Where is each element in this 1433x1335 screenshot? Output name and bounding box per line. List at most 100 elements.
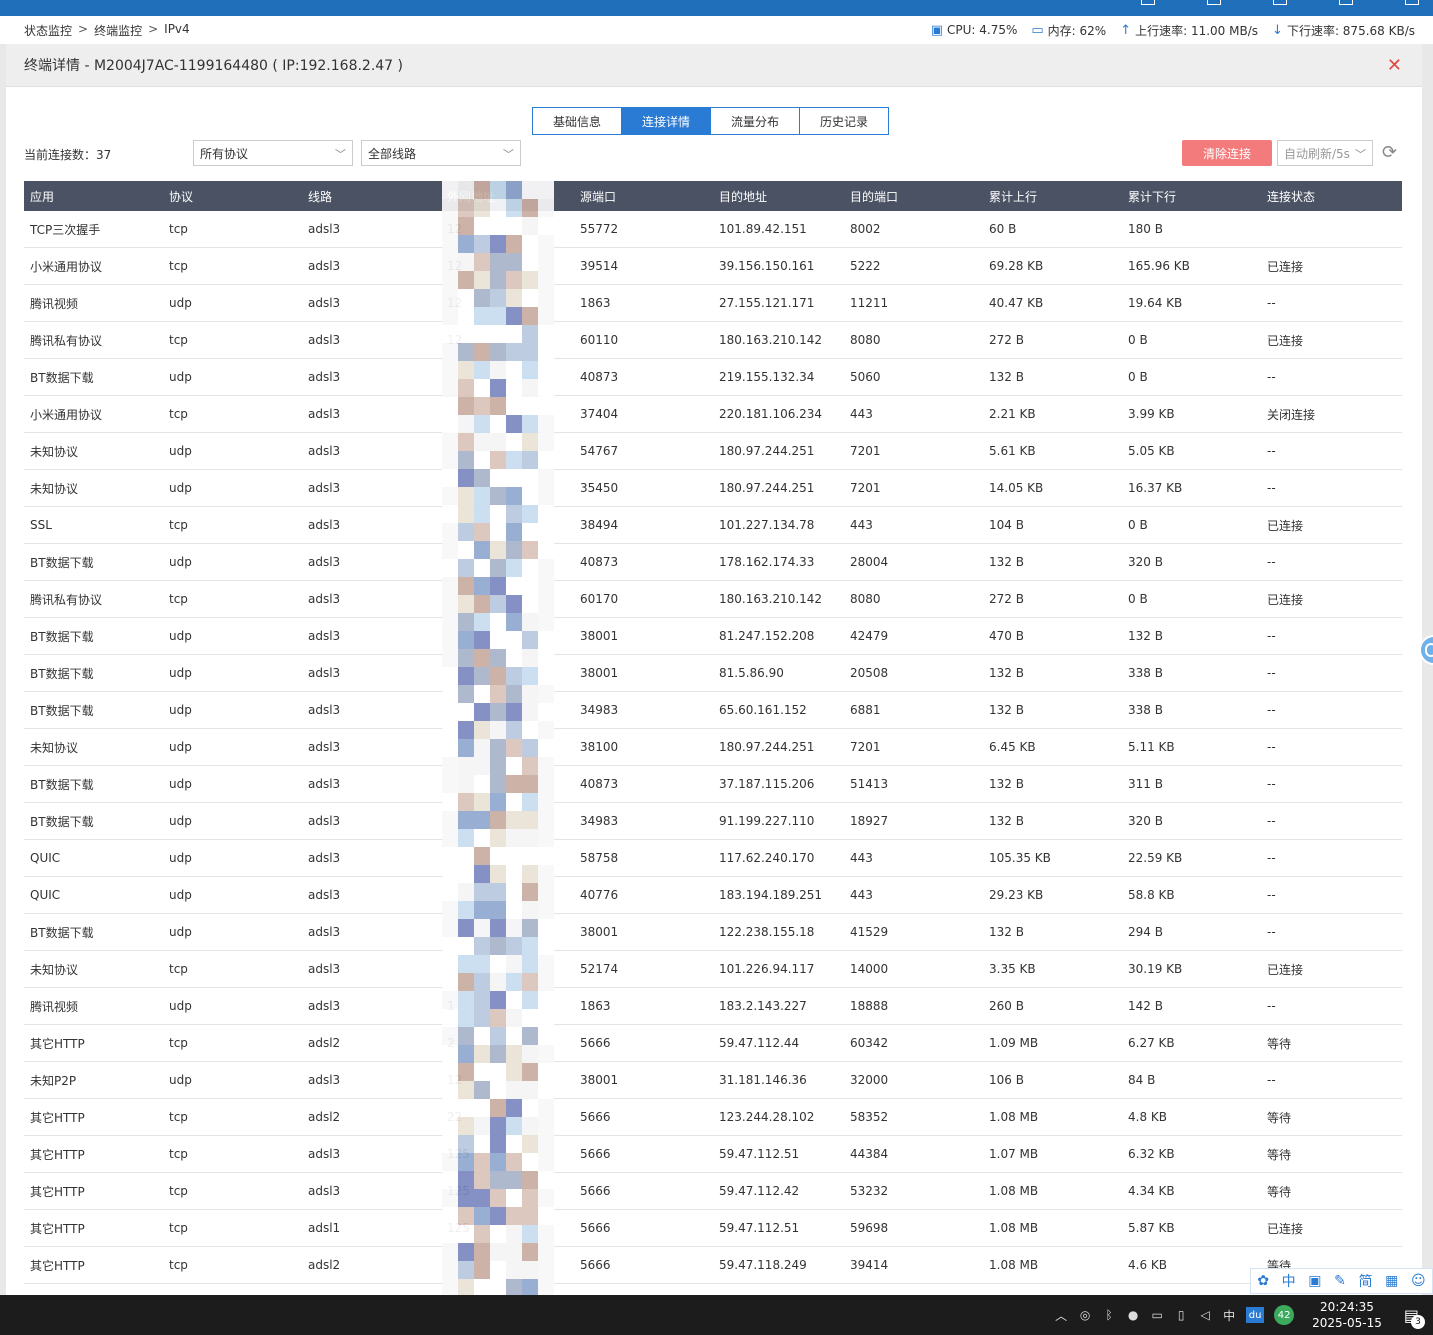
toolbar-icon[interactable] — [1339, 0, 1353, 5]
table-row[interactable]: 未知协议 udp adsl3 54767 180.97.244.251 7201 5.61 … — [24, 433, 1402, 470]
toolbox-icon[interactable]: ▣ — [1308, 1273, 1321, 1289]
column-header[interactable]: 累计下行 — [1122, 188, 1261, 205]
app-icon[interactable]: ● — [1126, 1308, 1140, 1322]
table-row[interactable]: 小米通用协议 tcp adsl3 37404 220.181.106.234 443 2.2… — [24, 396, 1402, 433]
column-header[interactable]: 目的端口 — [844, 188, 983, 205]
table-row[interactable]: BT数据下载 udp adsl3 38001 81.5.86.90 20508 132 B 3… — [24, 655, 1402, 692]
status-cell: 已连接 — [1267, 1221, 1304, 1236]
table-row[interactable]: BT数据下载 udp adsl3 34983 65.60.161.152 6881 132 … — [24, 692, 1402, 729]
connections-table: 应用 协议 线路 外网地址 源端口 目的地址 目的端口 累计上行 累计下行 连接… — [24, 181, 1402, 1284]
line-cell: adsl1 — [308, 1221, 341, 1235]
cpu-value: CPU: 4.75% — [946, 23, 1018, 37]
column-header[interactable]: 源端口 — [574, 188, 713, 205]
smiley-icon[interactable]: ☺ — [1411, 1273, 1426, 1289]
auto-refresh-select[interactable]: 自动刷新/5s ﹀ — [1277, 140, 1373, 166]
column-header[interactable]: 累计上行 — [983, 188, 1122, 205]
source-port-cell: 37404 — [580, 407, 619, 421]
network-icon[interactable]: ▯ — [1174, 1308, 1188, 1322]
table-row[interactable]: BT数据下载 udp adsl3 40873 219.155.132.34 5060 132… — [24, 359, 1402, 396]
ime-language[interactable]: 中 — [1222, 1307, 1236, 1324]
column-header[interactable]: 线路 — [302, 188, 441, 205]
dest-address-cell: 59.47.112.44 — [719, 1036, 800, 1050]
table-row[interactable]: 腾讯私有协议 tcp adsl3 12 60110 180.163.210.142 8080… — [24, 322, 1402, 359]
table-row[interactable]: QUIC udp adsl3 58758 117.62.240.170 443 105.35… — [24, 840, 1402, 877]
clear-connections-button[interactable]: 清除连接 — [1182, 140, 1272, 166]
breadcrumb-item[interactable]: 状态监控 — [24, 22, 72, 39]
status-cell: -- — [1267, 296, 1276, 310]
table-row[interactable]: 腾讯视频 udp adsl3 12 1863 27.155.121.171 11211 40.… — [24, 285, 1402, 322]
protocol-cell: udp — [169, 666, 192, 680]
browser-icon[interactable]: ◎ — [1078, 1308, 1092, 1322]
refresh-icon[interactable]: ⟳ — [1382, 142, 1397, 163]
toolbar-icon[interactable] — [1273, 0, 1287, 5]
tab-traffic-distribution[interactable]: 流量分布 — [710, 107, 800, 135]
pen-icon[interactable]: ✎ — [1334, 1273, 1346, 1289]
status-cell: 已连接 — [1267, 518, 1304, 533]
notification-icon[interactable]: ▤ 3 — [1404, 1306, 1425, 1329]
table-row[interactable]: 其它HTTP tcp adsl2 5666 59.47.118.249 39414 1.08… — [24, 1247, 1402, 1284]
table-row[interactable]: BT数据下载 udp adsl3 38001 122.238.155.18 41529 13… — [24, 914, 1402, 951]
breadcrumb-item[interactable]: 终端监控 — [94, 22, 142, 39]
table-row[interactable]: 其它HTTP tcp adsl3 125 5666 59.47.112.42 53232 1.… — [24, 1173, 1402, 1210]
battery-icon[interactable]: ▭ — [1150, 1308, 1164, 1322]
protocol-cell: udp — [169, 888, 192, 902]
table-row[interactable]: 其它HTTP tcp adsl1 125 5666 59.47.112.51 59698 1.… — [24, 1210, 1402, 1247]
table-row[interactable]: 其它HTTP tcp adsl2 2 5666 59.47.112.44 60342 1.09… — [24, 1025, 1402, 1062]
line-cell: adsl3 — [308, 555, 341, 569]
table-row[interactable]: 未知P2P udp adsl3 12 38001 31.181.146.36 32000 10… — [24, 1062, 1402, 1099]
paw-icon[interactable]: ✿ — [1257, 1273, 1269, 1289]
source-port-cell: 40873 — [580, 555, 619, 569]
table-row[interactable]: 腾讯视频 udp adsl3 1 1863 183.2.143.227 18888 260 B… — [24, 988, 1402, 1025]
du-app-icon[interactable]: du — [1246, 1307, 1265, 1323]
toolbar-icon[interactable] — [1405, 0, 1419, 5]
tab-basic-info[interactable]: 基础信息 — [532, 107, 622, 135]
chevron-down-icon: ﹀ — [335, 148, 346, 161]
table-row[interactable]: BT数据下载 udp adsl3 40873 37.187.115.206 51413 13… — [24, 766, 1402, 803]
tray-badge[interactable]: 42 — [1274, 1305, 1295, 1325]
table-row[interactable]: BT数据下载 udp adsl3 40873 178.162.174.33 28004 13… — [24, 544, 1402, 581]
volume-icon[interactable]: ◁ — [1198, 1308, 1212, 1322]
bluetooth-icon[interactable]: ᛒ — [1102, 1308, 1116, 1322]
column-header[interactable]: 应用 — [24, 188, 163, 205]
toolbar-icon[interactable] — [1207, 0, 1221, 5]
chevron-down-icon: ﹀ — [1355, 148, 1366, 161]
chevron-up-icon[interactable]: ︿ — [1054, 1307, 1068, 1324]
table-row[interactable]: SSL tcp adsl3 38494 101.227.134.78 443 104 B 0 … — [24, 507, 1402, 544]
line-select[interactable]: 全部线路 ﹀ — [361, 140, 521, 166]
download-cell: 0 B — [1128, 370, 1148, 384]
clock[interactable]: 20:24:35 2025-05-15 — [1312, 1299, 1382, 1331]
toolbar-icon[interactable] — [1141, 0, 1155, 5]
table-row[interactable]: QUIC udp adsl3 40776 183.194.189.251 443 29.23… — [24, 877, 1402, 914]
table-row[interactable]: 腾讯私有协议 tcp adsl3 60170 180.163.210.142 8080 27… — [24, 581, 1402, 618]
column-header[interactable]: 协议 — [163, 188, 302, 205]
table-row[interactable]: BT数据下载 udp adsl3 38001 81.247.152.208 42479 47… — [24, 618, 1402, 655]
grid-icon[interactable]: ▦ — [1385, 1273, 1398, 1289]
protocol-cell: udp — [169, 851, 192, 865]
source-port-cell: 60110 — [580, 333, 619, 347]
dest-address-cell: 101.226.94.117 — [719, 962, 815, 976]
column-header[interactable]: 外网地址 — [441, 188, 574, 205]
table-row[interactable]: BT数据下载 udp adsl3 34983 91.199.227.110 18927 13… — [24, 803, 1402, 840]
table-row[interactable]: TCP三次握手 tcp adsl3 12 55772 101.89.42.151 8002 6… — [24, 211, 1402, 248]
source-port-cell: 38100 — [580, 740, 619, 754]
upload-cell: 105.35 KB — [989, 851, 1051, 865]
protocol-select[interactable]: 所有协议 ﹀ — [193, 140, 353, 166]
table-row[interactable]: 小米通用协议 tcp adsl3 12 39514 39.156.150.161 5222 6… — [24, 248, 1402, 285]
table-row[interactable]: 其它HTTP tcp adsl2 22 5666 123.244.28.102 58352 1… — [24, 1099, 1402, 1136]
ime-chinese-toggle[interactable]: 中 — [1282, 1271, 1296, 1291]
line-cell: adsl3 — [308, 592, 341, 606]
tab-history[interactable]: 历史记录 — [799, 107, 889, 135]
wan-address-cell: 12 — [447, 333, 463, 347]
table-row[interactable]: 未知协议 tcp adsl3 52174 101.226.94.117 14000 3.35… — [24, 951, 1402, 988]
column-header[interactable]: 连接状态 — [1261, 188, 1402, 205]
download-cell: 294 B — [1128, 925, 1163, 939]
wan-address-cell: 1 — [447, 999, 455, 1013]
table-row[interactable]: 其它HTTP tcp adsl3 125 5666 59.47.112.51 44384 1.… — [24, 1136, 1402, 1173]
close-icon[interactable]: ✕ — [1387, 55, 1402, 76]
column-header[interactable]: 目的地址 — [713, 188, 844, 205]
tab-connection-details[interactable]: 连接详情 — [621, 107, 711, 135]
table-row[interactable]: 未知协议 udp adsl3 38100 180.97.244.251 7201 6.45 … — [24, 729, 1402, 766]
table-row[interactable]: 未知协议 udp adsl3 35450 180.97.244.251 7201 14.05… — [24, 470, 1402, 507]
ime-simplified-toggle[interactable]: 简 — [1359, 1271, 1373, 1291]
protocol-cell: udp — [169, 1073, 192, 1087]
